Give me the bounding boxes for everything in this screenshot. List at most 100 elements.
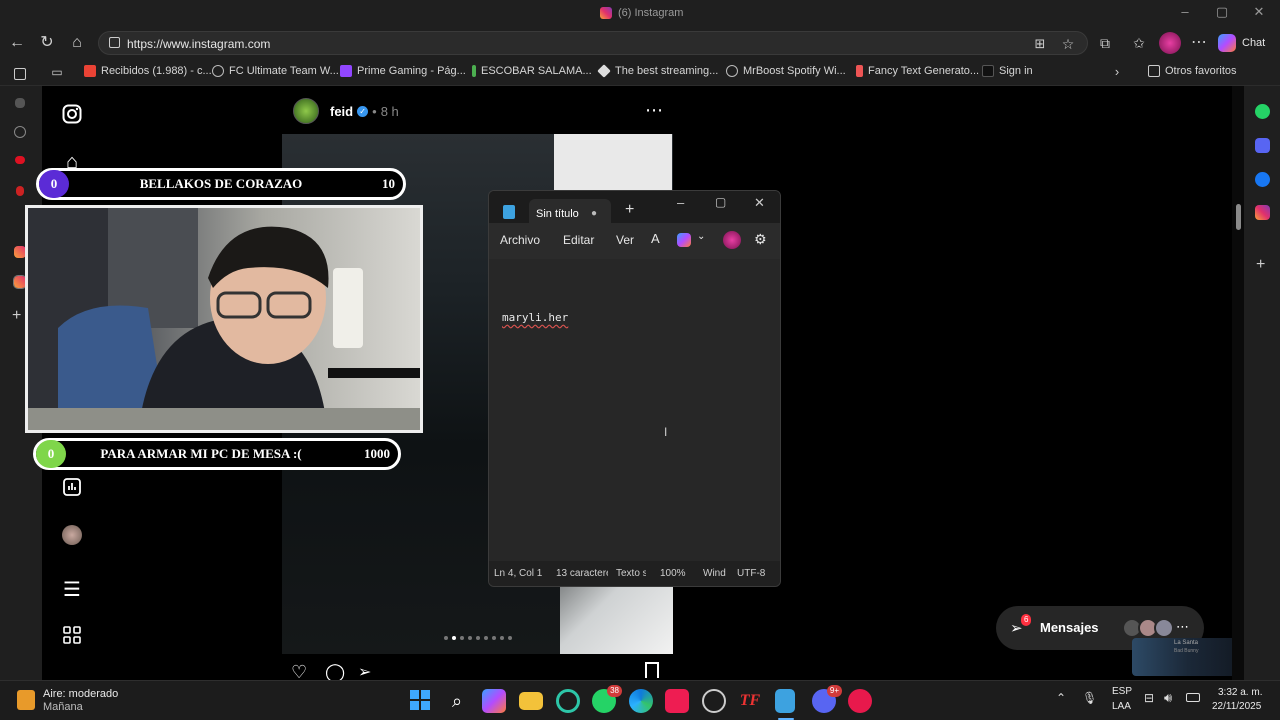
- extensions-icon[interactable]: ⧉: [1094, 32, 1116, 54]
- notepad-editor[interactable]: maryli.her I: [489, 259, 780, 561]
- apps-icon[interactable]: [60, 626, 84, 650]
- media-player-icon[interactable]: [848, 689, 872, 713]
- unsaved-dot-icon: ●: [591, 208, 598, 219]
- chevron-up-icon[interactable]: ⌃: [1056, 691, 1066, 705]
- maximize-button[interactable]: ▢: [1207, 4, 1237, 24]
- home-icon[interactable]: ⌂: [66, 32, 88, 54]
- favorite-star-icon[interactable]: ☆: [1057, 33, 1079, 55]
- extension-icon[interactable]: [15, 98, 25, 108]
- instagram-icon[interactable]: [1255, 205, 1270, 220]
- chevron-down-icon[interactable]: ⌄: [697, 231, 705, 242]
- favorites-icon[interactable]: ✩: [1128, 32, 1150, 54]
- tab-panel-icon[interactable]: [14, 68, 26, 80]
- more-menu-icon[interactable]: ⋯: [1188, 32, 1210, 54]
- bookmark-streaming[interactable]: The best streaming...: [597, 64, 718, 78]
- menu-ver[interactable]: Ver: [616, 233, 634, 247]
- address-bar[interactable]: https://www.instagram.com ⊞ ☆: [98, 31, 1088, 55]
- back-arrow-icon[interactable]: ←: [6, 32, 28, 54]
- new-tab-icon[interactable]: +: [625, 201, 634, 219]
- carousel-dot[interactable]: [476, 636, 480, 640]
- menu-editar[interactable]: Editar: [563, 233, 594, 247]
- instagram-logo-icon[interactable]: [60, 104, 84, 128]
- bookmark-fc[interactable]: FC Ultimate Team W...: [212, 65, 339, 77]
- weather-title[interactable]: Aire: moderado: [43, 688, 118, 700]
- app-available-icon[interactable]: ⊞: [1029, 33, 1051, 55]
- share-icon[interactable]: ➢: [358, 662, 371, 682]
- window-titlebar: (6) Instagram – ▢ ✕: [0, 0, 1280, 28]
- menu-archivo[interactable]: Archivo: [500, 233, 540, 247]
- carousel-dot[interactable]: [444, 636, 448, 640]
- add-icon[interactable]: +: [1256, 256, 1265, 274]
- scrollbar-thumb[interactable]: [1236, 204, 1241, 230]
- globe-icon: [212, 65, 224, 77]
- close-button[interactable]: ✕: [754, 195, 765, 211]
- post-author-avatar[interactable]: [293, 98, 319, 124]
- tab-actions-icon[interactable]: ▭: [46, 61, 68, 83]
- carousel-dot[interactable]: [508, 636, 512, 640]
- clock-time[interactable]: 3:32 a. m.: [1218, 687, 1262, 698]
- account-avatar[interactable]: [723, 231, 741, 249]
- close-button[interactable]: ✕: [1244, 4, 1274, 24]
- font-icon[interactable]: A: [651, 231, 660, 246]
- notepad-window[interactable]: Sin título ● + – ▢ ✕ Archivo Editar Ver …: [488, 190, 781, 587]
- discord-icon[interactable]: [1255, 138, 1270, 153]
- post-time: 8 h: [380, 104, 399, 119]
- app-icon[interactable]: [16, 186, 24, 196]
- volume-icon[interactable]: 🔊︎: [1164, 690, 1172, 706]
- menu-icon[interactable]: ☰: [60, 578, 84, 602]
- dashboard-icon[interactable]: [60, 478, 84, 502]
- scrollbar-track[interactable]: [1232, 86, 1244, 680]
- copilot-icon[interactable]: [482, 689, 506, 713]
- carousel-dot[interactable]: [468, 636, 472, 640]
- profile-avatar[interactable]: [60, 525, 84, 549]
- bookmark-fancytext[interactable]: Fancy Text Generato...: [856, 65, 979, 77]
- status-encoding: UTF-8: [737, 568, 766, 579]
- weather-icon[interactable]: [17, 690, 35, 710]
- minimize-button[interactable]: –: [677, 195, 684, 210]
- bookmark-gmail[interactable]: Recibidos (1.988) - c...: [84, 65, 212, 77]
- windows-start-icon[interactable]: [409, 689, 433, 713]
- copilot-chat-button[interactable]: Chat: [1218, 32, 1265, 54]
- other-favorites-folder[interactable]: Otros favoritos: [1148, 65, 1237, 77]
- app-icon[interactable]: [556, 689, 580, 713]
- whatsapp-icon[interactable]: [1255, 104, 1270, 119]
- bookmark-prime[interactable]: Prime Gaming - Pág...: [340, 65, 466, 77]
- maximize-button[interactable]: ▢: [715, 195, 726, 209]
- refresh-icon[interactable]: ↻: [36, 32, 58, 54]
- save-icon[interactable]: [645, 662, 659, 678]
- youtube-icon[interactable]: [15, 156, 25, 164]
- battery-icon[interactable]: [1186, 693, 1200, 702]
- post-more-icon[interactable]: ⋯: [645, 100, 663, 121]
- tiktok-icon[interactable]: [665, 689, 689, 713]
- file-explorer-icon[interactable]: [519, 692, 543, 710]
- instagram-tab-icon: [600, 7, 612, 19]
- microphone-icon[interactable]: 🎙︎: [1082, 691, 1097, 705]
- minimize-button[interactable]: –: [1170, 4, 1200, 24]
- carousel-dot[interactable]: [460, 636, 464, 640]
- discord-icon[interactable]: 9+: [812, 685, 842, 713]
- chevron-right-icon[interactable]: ›: [1106, 61, 1128, 83]
- copilot-icon[interactable]: [677, 233, 691, 247]
- bookmark-escobar[interactable]: ESCOBAR SALAMA...: [472, 65, 592, 77]
- tf-app-icon[interactable]: TF: [738, 689, 762, 713]
- fancy-text-icon: [856, 65, 863, 77]
- carousel-dot[interactable]: [484, 636, 488, 640]
- profile-avatar[interactable]: [1159, 32, 1181, 54]
- bookmark-mrboost[interactable]: MrBoost Spotify Wi...: [726, 65, 846, 77]
- carousel-dot[interactable]: [492, 636, 496, 640]
- whatsapp-icon[interactable]: 38: [592, 685, 622, 713]
- app-icon[interactable]: [702, 689, 726, 713]
- globe-icon[interactable]: [14, 126, 26, 138]
- carousel-dot[interactable]: [452, 636, 456, 640]
- bookmark-signin[interactable]: Sign in: [982, 65, 1033, 77]
- language-top[interactable]: ESP: [1112, 686, 1132, 697]
- notepad-taskbar-icon[interactable]: [775, 689, 795, 713]
- carousel-dot[interactable]: [500, 636, 504, 640]
- editor-text-line: maryli.her: [502, 311, 569, 324]
- facebook-icon[interactable]: [1255, 172, 1270, 187]
- search-icon[interactable]: ⌕: [445, 689, 469, 713]
- settings-gear-icon[interactable]: ⚙: [754, 231, 767, 248]
- edge-icon[interactable]: [629, 689, 653, 713]
- network-icon[interactable]: ⊟: [1144, 691, 1154, 705]
- post-username[interactable]: feid: [330, 104, 353, 119]
